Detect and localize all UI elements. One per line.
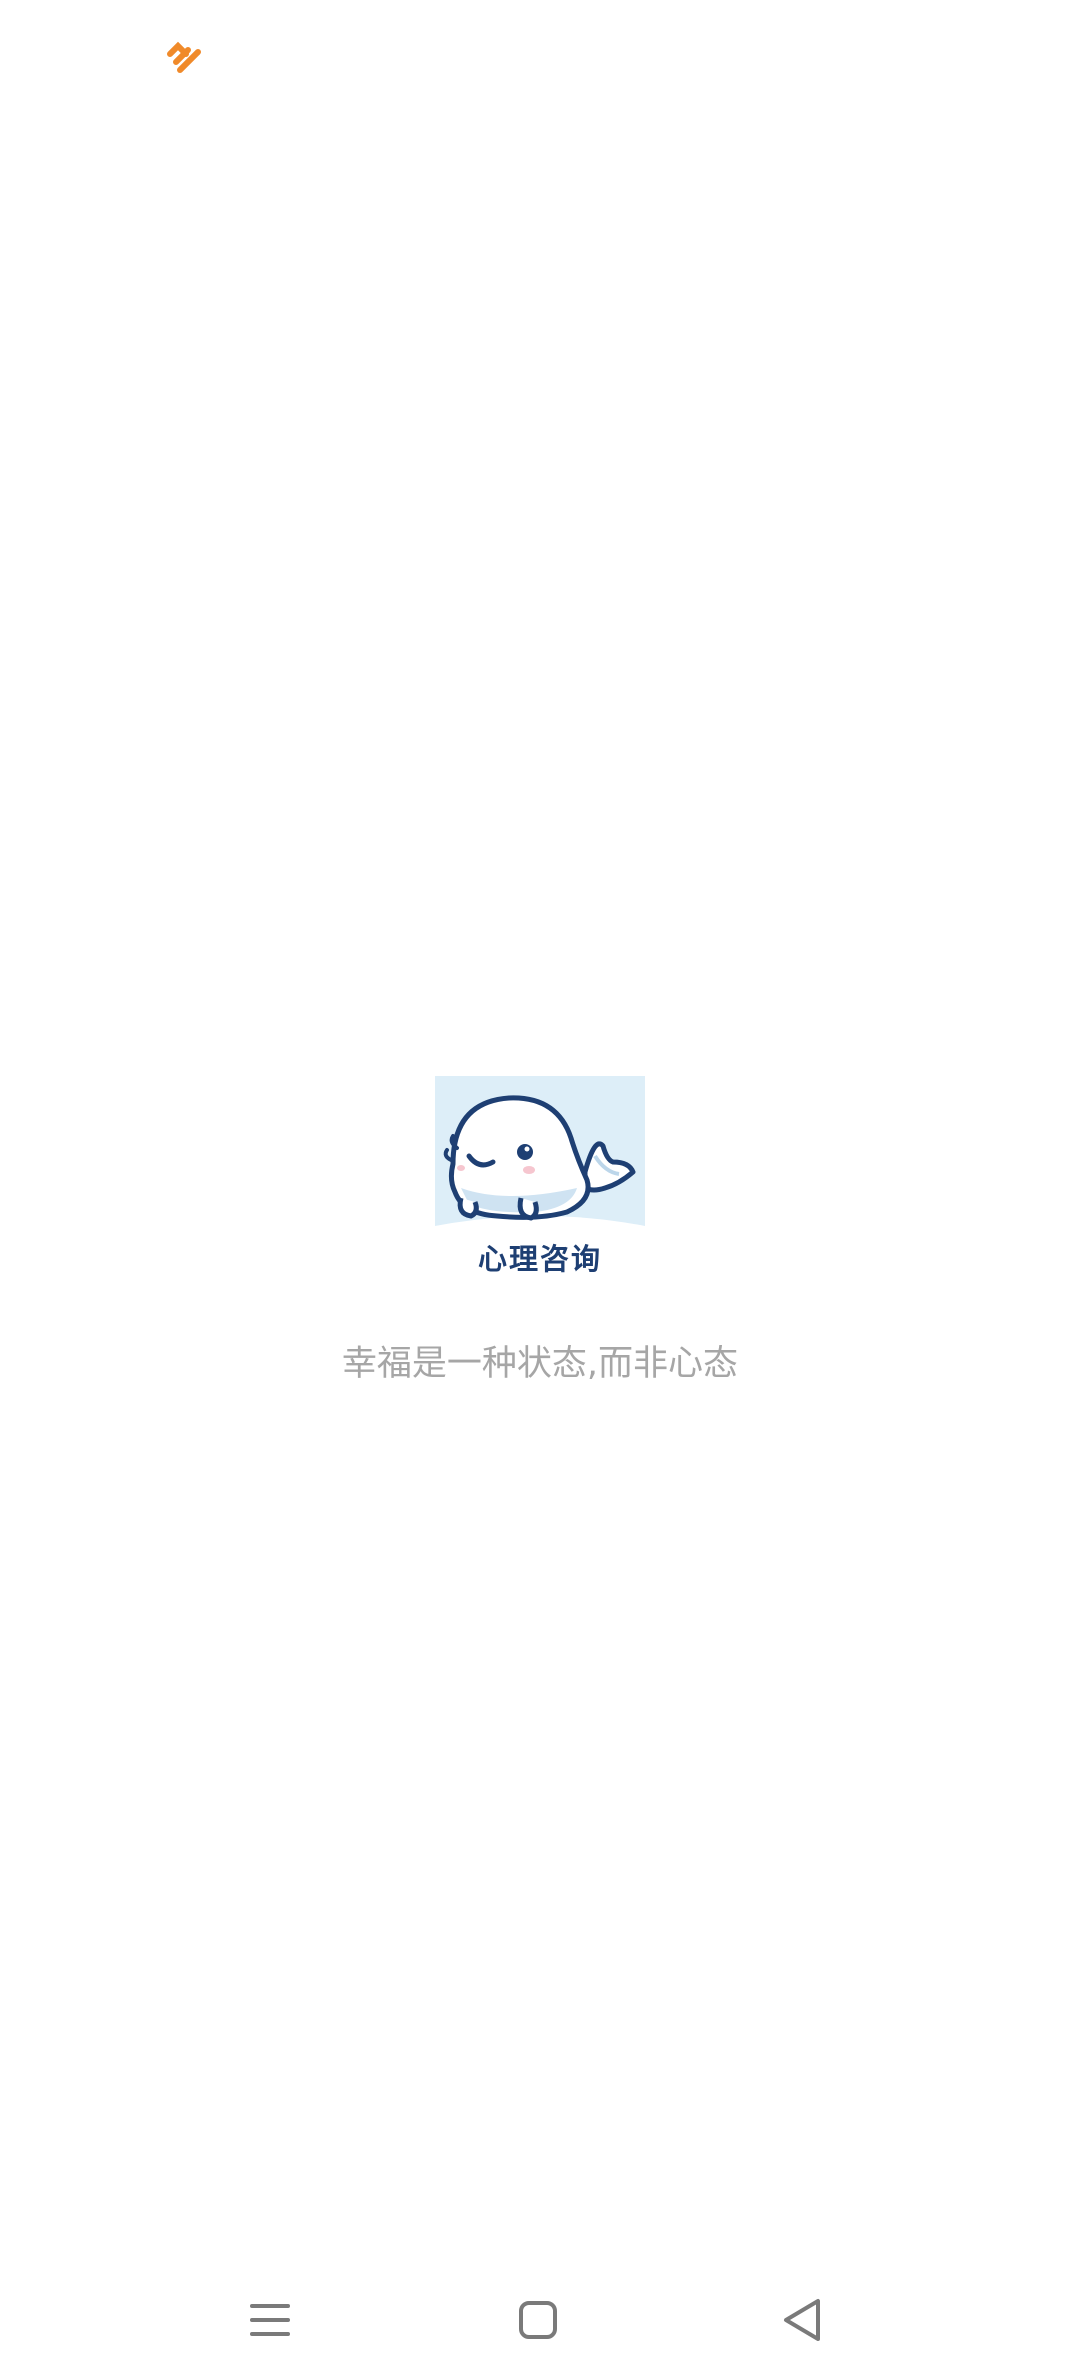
navigation-bar xyxy=(0,2260,1080,2376)
menu-lines-icon xyxy=(250,2304,290,2336)
app-logo: 心理咨询 xyxy=(435,1076,645,1286)
splash-screen: 心理咨询 幸福是一种状态,而非心态 xyxy=(0,0,1080,2376)
home-button[interactable] xyxy=(498,2280,578,2360)
back-triangle-icon xyxy=(784,2299,820,2341)
splash-slogan: 幸福是一种状态,而非心态 xyxy=(341,1344,739,1384)
recent-apps-button[interactable] xyxy=(230,2280,310,2360)
logo-caption: 心理咨询 xyxy=(477,1242,602,1276)
back-button[interactable] xyxy=(762,2280,842,2360)
app-notification-icon xyxy=(164,40,204,80)
home-square-icon xyxy=(519,2301,557,2339)
status-bar xyxy=(0,0,1080,110)
